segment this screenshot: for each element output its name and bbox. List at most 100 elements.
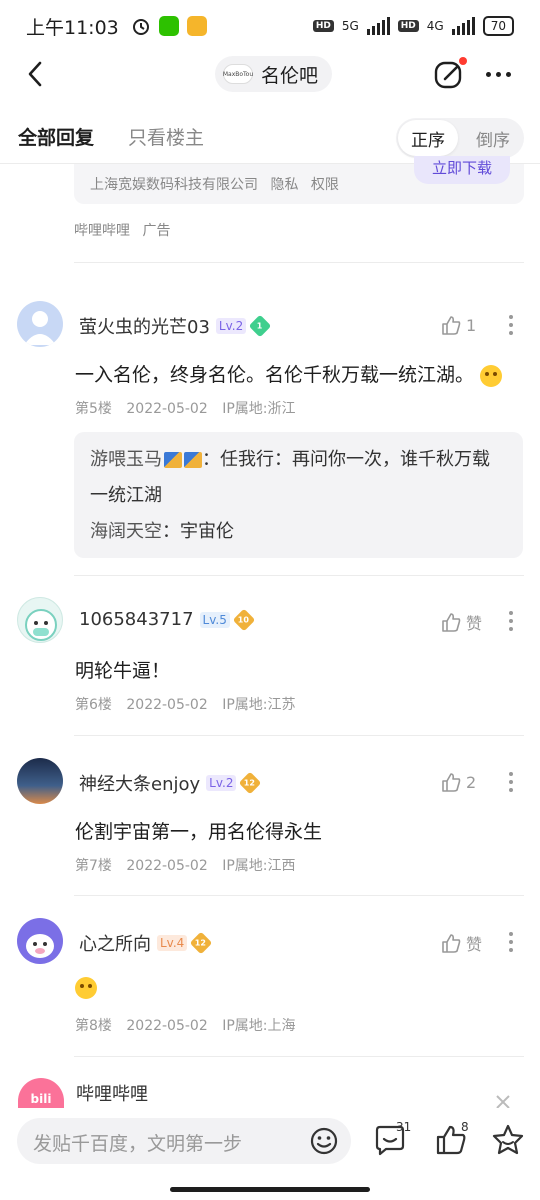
emoji-icon xyxy=(480,364,503,387)
post-meta: 第8楼 2022-05-02 IP属地:上海 xyxy=(75,1015,306,1035)
hd-icon: HD xyxy=(397,20,419,32)
notification-dot xyxy=(459,57,467,65)
ad-permission-link[interactable]: 权限 xyxy=(311,177,339,193)
comment-count: 31 xyxy=(396,1120,412,1134)
like-count: 8 xyxy=(461,1120,469,1134)
home-indicator xyxy=(170,1187,370,1192)
level-badge: Lv.5 xyxy=(199,611,230,628)
tab-all-replies[interactable]: 全部回复 xyxy=(18,123,94,150)
member-badge-icon: 12 xyxy=(189,931,213,955)
sub-reply: 游喂玉马 ：任我行：再问你一次，谁千秋万载一统江湖 xyxy=(90,442,507,514)
ip-location: IP属地:江西 xyxy=(222,858,296,874)
sub-replies[interactable]: 游喂玉马 ：任我行：再问你一次，谁千秋万载一统江湖 海阔天空：宇宙伦 xyxy=(74,432,523,558)
bilibili-logo[interactable]: bili xyxy=(18,1078,64,1108)
post-content: 一入名伦，终身名伦。名伦千秋万载一统江湖。 xyxy=(75,364,475,386)
post-more-icon[interactable] xyxy=(506,772,516,792)
like-button[interactable]: 2 xyxy=(440,771,476,793)
forum-title-pill[interactable]: MaxBoTou 名伦吧 xyxy=(215,56,333,92)
avatar[interactable] xyxy=(17,918,63,964)
like-button[interactable]: 赞 xyxy=(440,610,482,634)
ad-company-name: 上海宽娱数码科技有限公司 xyxy=(90,177,258,193)
sort-order-toggle: 正序 倒序 xyxy=(396,118,524,158)
sub-reply-author[interactable]: 海阔天空 xyxy=(90,521,162,542)
ip-location: IP属地:浙江 xyxy=(222,401,296,417)
close-icon[interactable] xyxy=(494,1094,512,1108)
network-4g-label: 4G xyxy=(426,19,444,33)
more-icon[interactable] xyxy=(480,60,516,88)
flag-badge-icon xyxy=(184,452,202,468)
divider xyxy=(74,262,524,263)
floor-number: 第5楼 xyxy=(75,401,112,417)
floor-number: 第6楼 xyxy=(75,697,112,713)
member-badge-icon: 12 xyxy=(239,771,262,795)
avatar[interactable] xyxy=(17,758,63,804)
reply-input[interactable]: 发贴千百度，文明第一步 xyxy=(17,1118,351,1164)
like-count: 1 xyxy=(466,315,477,335)
sub-reply-author[interactable]: 游喂玉马 xyxy=(90,449,162,470)
ad-advertiser: 哔哩哔哩 xyxy=(74,223,130,239)
post-content: 明轮牛逼！ xyxy=(75,660,171,682)
emoji-icon[interactable] xyxy=(309,1126,339,1156)
notes-icon xyxy=(186,16,207,36)
network-5g-label: 5G xyxy=(341,19,359,33)
like-button[interactable]: 赞 xyxy=(440,931,482,955)
forum-logo: MaxBoTou xyxy=(223,64,253,84)
battery-level: 70 xyxy=(490,19,506,33)
status-bar: 上午11:03 HD 5G HD 4G 70 xyxy=(0,0,540,52)
username[interactable]: 心之所向 xyxy=(79,930,151,956)
ad-advertiser: 哔哩哔哩 xyxy=(76,1084,148,1105)
post-more-icon[interactable] xyxy=(506,611,516,631)
thumb-up-icon xyxy=(442,773,461,792)
reply-input-placeholder: 发贴千百度，文明第一步 xyxy=(33,1133,243,1155)
post-content: 伦割宇宙第一，用名伦得永生 xyxy=(75,821,323,843)
hd-icon: HD xyxy=(312,20,334,32)
ip-location: IP属地:上海 xyxy=(222,1018,296,1034)
forum-name: 名伦吧 xyxy=(261,64,319,87)
avatar[interactable] xyxy=(17,301,63,347)
sort-asc-button[interactable]: 正序 xyxy=(398,120,458,156)
post-more-icon[interactable] xyxy=(506,932,516,952)
level-badge: Lv.4 xyxy=(157,935,188,951)
username[interactable]: 神经大条enjoy xyxy=(79,770,200,796)
post-meta: 第6楼 2022-05-02 IP属地:江苏 xyxy=(75,694,306,714)
ad-label: 广告 xyxy=(142,223,171,239)
member-badge-icon: 1 xyxy=(248,314,272,338)
sort-desc-button[interactable]: 倒序 xyxy=(464,120,522,156)
post-meta: 第7楼 2022-05-02 IP属地:江西 xyxy=(75,855,306,875)
post-date: 2022-05-02 xyxy=(126,1018,208,1034)
divider xyxy=(74,895,524,896)
ad-meta: 哔哩哔哩 广告 xyxy=(74,220,170,240)
battery-icon: 70 xyxy=(482,16,514,36)
sub-reply: 海阔天空：宇宙伦 xyxy=(90,514,507,550)
like-button[interactable]: 1 xyxy=(440,314,476,336)
like-label: 赞 xyxy=(466,935,483,954)
level-badge: Lv.2 xyxy=(215,318,247,334)
emoji-icon xyxy=(75,976,97,999)
floor-number: 第8楼 xyxy=(75,1018,112,1034)
ad-download-button[interactable]: 立即下载 xyxy=(414,156,510,184)
thumb-up-icon xyxy=(442,316,461,335)
username[interactable]: 1065843717 xyxy=(79,609,194,630)
signal-icon xyxy=(366,17,390,35)
status-time: 上午11:03 xyxy=(26,16,119,39)
tab-owner-only[interactable]: 只看楼主 xyxy=(128,123,204,150)
ip-location: IP属地:江苏 xyxy=(222,697,296,713)
avatar[interactable] xyxy=(17,597,63,643)
divider xyxy=(74,1056,524,1057)
member-badge-icon: 10 xyxy=(232,608,256,631)
sub-reply-text: ：宇宙伦 xyxy=(162,521,234,542)
alarm-icon xyxy=(132,19,149,35)
wechat-icon xyxy=(158,16,179,36)
back-icon[interactable] xyxy=(20,58,52,90)
post-more-icon[interactable] xyxy=(506,315,516,335)
post-meta: 第5楼 2022-05-02 IP属地:浙江 xyxy=(75,398,306,418)
ad-card[interactable]: 上海宽娱数码科技有限公司 隐私 权限 立即下载 xyxy=(74,156,524,204)
post-date: 2022-05-02 xyxy=(126,697,208,713)
like-count: 2 xyxy=(466,772,477,792)
thumb-up-icon xyxy=(442,934,461,953)
post-date: 2022-05-02 xyxy=(126,401,208,417)
star-icon[interactable] xyxy=(490,1122,526,1158)
ad-privacy-link[interactable]: 隐私 xyxy=(270,177,298,193)
level-badge: Lv.2 xyxy=(206,775,237,791)
username[interactable]: 萤火虫的光芒03 xyxy=(79,313,210,339)
